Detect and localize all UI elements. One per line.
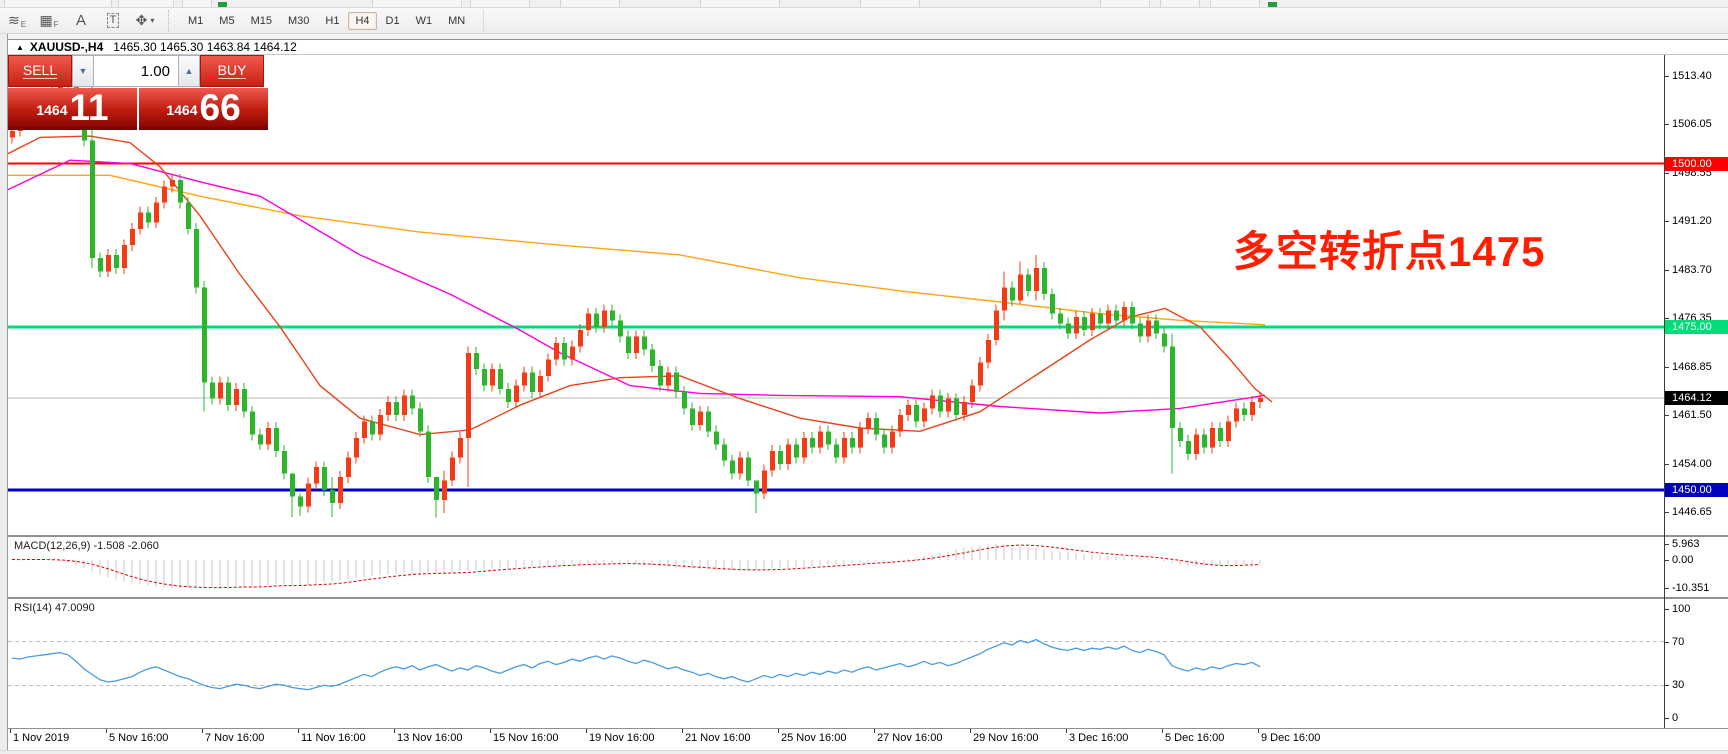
grid-f-icon[interactable]: ▦F	[34, 10, 64, 32]
time-axis-label: 27 Nov 16:00	[877, 732, 942, 744]
time-axis: 1 Nov 2019 5 Nov 16:00 7 Nov 16:00 11 Nov 1…	[8, 729, 1728, 750]
price-tick: 1491.20	[1672, 214, 1728, 228]
time-axis-label: 21 Nov 16:00	[685, 732, 750, 744]
volume-increase-button[interactable]: ▲	[178, 55, 200, 87]
price-tick: 1506.05	[1672, 117, 1728, 131]
time-axis-label: 5 Dec 16:00	[1165, 732, 1224, 744]
time-axis-label: 7 Nov 16:00	[205, 732, 264, 744]
price-tick: 1461.50	[1672, 408, 1728, 422]
volume-input[interactable]	[94, 55, 178, 87]
timeframe-button-d1[interactable]: D1	[379, 12, 407, 30]
toolbar-separator	[168, 10, 176, 32]
timeframe-button-w1[interactable]: W1	[409, 12, 440, 30]
pane-separator[interactable]	[8, 597, 1728, 599]
time-axis-label: 11 Nov 16:00	[301, 732, 366, 744]
macd-tick: 0.00	[1672, 553, 1728, 567]
time-axis-label: 15 Nov 16:00	[493, 732, 558, 744]
arrows-dropdown-icon[interactable]: ✥▾	[130, 10, 160, 32]
rsi-tick: 0	[1672, 711, 1728, 725]
price-tick: 1446.65	[1672, 505, 1728, 519]
time-axis-label: 29 Nov 16:00	[973, 732, 1038, 744]
timeframe-button-m1[interactable]: M1	[181, 12, 210, 30]
volume-decrease-button[interactable]: ▼	[72, 55, 94, 87]
ask-price-main: 1464	[166, 95, 197, 125]
support-line-badge: 1450.00	[1665, 483, 1728, 497]
one-click-trading-panel: SELL ▼ ▲ BUY 1464 11 1464 66	[8, 55, 268, 130]
symbol-label: XAUUSD-,H4	[30, 40, 103, 54]
resistance-line-badge: 1500.00	[1665, 157, 1728, 171]
timeframe-button-m30[interactable]: M30	[281, 12, 316, 30]
rsi-tick: 70	[1672, 635, 1728, 649]
chart-title-bar: ▲ XAUUSD-,H4 1465.30 1465.30 1463.84 146…	[8, 40, 1728, 55]
chart-toolbar: ≋E ▦F A T ✥▾ M1M5M15M30H1H4D1W1MN	[0, 8, 1728, 34]
timeframe-button-m5[interactable]: M5	[212, 12, 241, 30]
timeframe-button-h1[interactable]: H1	[318, 12, 346, 30]
bid-price-tile[interactable]: 1464 11	[8, 88, 137, 130]
macd-label: MACD(12,26,9) -1.508 -2.060	[14, 540, 159, 552]
time-axis-label: 3 Dec 16:00	[1069, 732, 1128, 744]
timeframe-button-h4[interactable]: H4	[348, 12, 376, 30]
status-icon	[1268, 2, 1277, 7]
price-tick: 1454.00	[1672, 457, 1728, 471]
window-frame-left	[0, 34, 8, 754]
ohlc-values: 1465.30 1465.30 1463.84 1464.12	[113, 40, 297, 54]
indicators-icon[interactable]: ≋E	[2, 10, 32, 32]
rsi-tick: 30	[1672, 678, 1728, 692]
timeframe-buttons: M1M5M15M30H1H4D1W1MN	[180, 12, 473, 30]
price-tick: 1513.40	[1672, 69, 1728, 83]
rsi-label: RSI(14) 47.0090	[14, 602, 95, 614]
buy-button[interactable]: BUY	[200, 55, 264, 87]
sell-button[interactable]: SELL	[8, 55, 72, 87]
textbox-icon[interactable]: T	[98, 10, 128, 32]
ask-price-pips: 66	[200, 91, 241, 125]
toolbar-separator-2	[483, 10, 484, 32]
rsi-indicator-pane[interactable]	[8, 599, 1664, 728]
macd-tick: 5.963	[1672, 537, 1728, 551]
macd-indicator-pane[interactable]	[8, 537, 1664, 597]
price-tick: 1483.70	[1672, 263, 1728, 277]
timeframe-button-mn[interactable]: MN	[441, 12, 472, 30]
time-axis-label: 13 Nov 16:00	[397, 732, 462, 744]
price-tick: 1468.85	[1672, 360, 1728, 374]
autotrading-icon	[218, 2, 227, 7]
timeframe-button-m15[interactable]: M15	[244, 12, 279, 30]
text-a-icon[interactable]: A	[66, 10, 96, 32]
bid-price-pips: 11	[70, 91, 109, 125]
bottom-frame	[0, 750, 1728, 754]
pane-separator[interactable]	[8, 535, 1728, 537]
collapse-triangle-icon[interactable]: ▲	[16, 43, 24, 52]
pivot-line-badge: 1475.00	[1665, 320, 1728, 334]
ask-price-tile[interactable]: 1464 66	[139, 88, 268, 130]
macd-tick: -10.351	[1672, 581, 1728, 595]
time-axis-label: 19 Nov 16:00	[589, 732, 654, 744]
time-axis-label: 5 Nov 16:00	[109, 732, 168, 744]
rsi-tick: 100	[1672, 602, 1728, 616]
chart-annotation-text[interactable]: 多空转折点1475	[1233, 218, 1545, 279]
mt4-terminal: ≋E ▦F A T ✥▾ M1M5M15M30H1H4D1W1MN ▲ XAUU…	[0, 0, 1728, 754]
time-axis-label: 9 Dec 16:00	[1261, 732, 1320, 744]
top-toolbar-sliver	[0, 0, 1728, 8]
time-axis-label: 1 Nov 2019	[13, 732, 69, 744]
time-axis-label: 25 Nov 16:00	[781, 732, 846, 744]
current-price-badge: 1464.12	[1665, 391, 1728, 405]
bid-price-main: 1464	[36, 95, 67, 125]
